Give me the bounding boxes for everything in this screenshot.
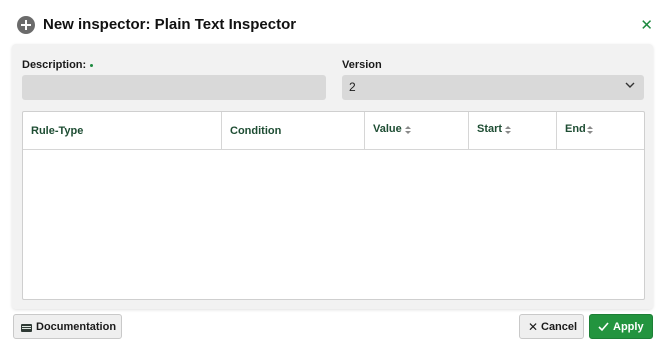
- version-value: 2: [349, 80, 356, 94]
- cancel-label: Cancel: [541, 321, 578, 333]
- check-icon: [598, 322, 609, 332]
- chevron-down-icon: [625, 82, 635, 88]
- sort-icon[interactable]: [505, 126, 511, 135]
- sort-icon[interactable]: [405, 126, 411, 135]
- column-label: End: [565, 123, 586, 135]
- plus-circle-icon: [17, 16, 35, 34]
- description-label-text: Description:: [22, 59, 87, 71]
- column-label: Condition: [230, 125, 282, 137]
- rules-table: Rule-Type Condition Value Start End: [22, 111, 645, 300]
- required-indicator: [90, 63, 94, 67]
- close-icon: ✕: [528, 320, 539, 334]
- apply-button[interactable]: Apply: [589, 314, 653, 339]
- table-header: Rule-Type Condition Value Start End: [23, 112, 644, 150]
- column-label: Value: [373, 123, 402, 135]
- cancel-button[interactable]: ✕ Cancel: [519, 314, 584, 339]
- documentation-button[interactable]: Documentation: [13, 314, 122, 339]
- column-header-condition[interactable]: Condition: [222, 112, 365, 150]
- book-icon: [21, 324, 32, 332]
- column-header-rule-type[interactable]: Rule-Type: [23, 112, 222, 150]
- documentation-label: Documentation: [36, 321, 117, 333]
- form-panel: Description: Version 2 Rule-Type Conditi…: [12, 44, 653, 309]
- column-label: Rule-Type: [31, 125, 84, 137]
- close-icon[interactable]: ✕: [640, 17, 653, 33]
- column-header-value[interactable]: Value: [365, 112, 469, 150]
- description-label: Description:: [22, 59, 94, 71]
- column-label: Start: [477, 123, 503, 135]
- apply-label: Apply: [613, 321, 644, 333]
- dialog-title: New inspector: Plain Text Inspector: [43, 16, 297, 33]
- version-label: Version: [342, 59, 382, 71]
- description-input[interactable]: [22, 75, 326, 100]
- column-header-end[interactable]: End: [557, 112, 644, 150]
- sort-icon[interactable]: [587, 126, 593, 135]
- dialog-header: New inspector: Plain Text Inspector ✕: [0, 0, 665, 44]
- version-select[interactable]: 2: [342, 75, 644, 100]
- column-header-start[interactable]: Start: [469, 112, 557, 150]
